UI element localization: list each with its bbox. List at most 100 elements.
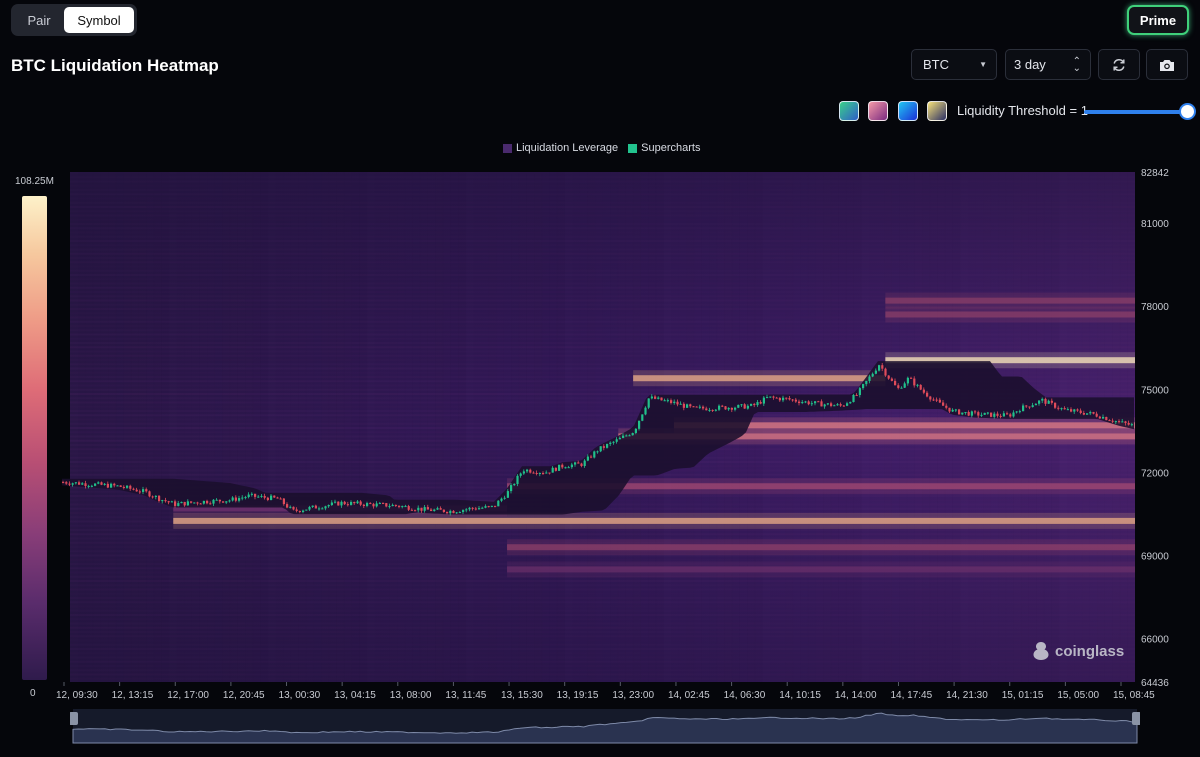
candle-body: [718, 405, 721, 410]
candle-body: [682, 403, 685, 408]
candle-body: [1034, 403, 1037, 406]
candle-body: [609, 442, 612, 444]
candle-body: [519, 473, 522, 476]
prime-button[interactable]: Prime: [1127, 5, 1189, 35]
candle-body: [804, 401, 807, 403]
candle-body: [343, 501, 346, 505]
candle-body: [945, 405, 948, 408]
candle-body: [660, 397, 663, 401]
candle-body: [762, 397, 765, 404]
range-navigator[interactable]: [70, 705, 1140, 745]
refresh-button[interactable]: [1098, 49, 1140, 80]
candle-body: [414, 510, 417, 512]
candle-body: [119, 485, 122, 487]
candle-body: [350, 501, 353, 505]
updown-icon: ⌃ ⌄: [1072, 55, 1081, 74]
candle-body: [686, 404, 689, 408]
candle-body: [254, 493, 257, 497]
x-tick-label: 14, 14:00: [835, 690, 877, 700]
candle-body: [577, 462, 580, 464]
candle-body: [439, 508, 442, 510]
candle-body: [494, 505, 497, 507]
candle-body: [881, 365, 884, 369]
candle-body: [132, 488, 135, 490]
x-tick-label: 13, 15:30: [501, 690, 543, 700]
candle-body: [202, 500, 205, 504]
candle-body: [481, 507, 484, 509]
candle-body: [852, 394, 855, 403]
range-select[interactable]: 3 day ⌃ ⌄: [1005, 49, 1091, 80]
palette-blue-button[interactable]: [898, 101, 918, 121]
candle-body: [548, 472, 551, 474]
candle-body: [1073, 409, 1076, 412]
candle-body: [1127, 423, 1130, 425]
candle-body: [356, 501, 359, 504]
legend-item-liquidation-leverage[interactable]: Liquidation Leverage: [503, 142, 618, 154]
candle-body: [794, 399, 797, 402]
candle-body: [935, 399, 938, 401]
candle-body: [436, 508, 439, 510]
heatmap-chart[interactable]: 82842 81000 78000 75000 72000 69000 66000 64436…: [0, 160, 1200, 700]
candle-body: [340, 501, 343, 506]
candle-body: [1086, 413, 1089, 415]
candle-body: [526, 469, 529, 472]
candle-body: [606, 443, 609, 448]
candle-body: [407, 506, 410, 510]
candle-body: [94, 483, 97, 486]
palette-yellow-navy-button[interactable]: [927, 101, 947, 121]
candle-body: [170, 501, 173, 503]
screenshot-button[interactable]: [1146, 49, 1188, 80]
candle-body: [1028, 406, 1031, 408]
candle-body: [695, 406, 698, 408]
threshold-slider-thumb[interactable]: [1179, 103, 1196, 120]
candle-body: [1038, 400, 1041, 404]
legend-item-supercharts[interactable]: Supercharts: [628, 142, 700, 154]
candle-body: [830, 403, 833, 406]
candle-body: [663, 400, 666, 402]
candle-body: [785, 397, 788, 399]
candle-body: [513, 483, 516, 486]
candle-body: [260, 495, 263, 497]
candle-body: [698, 406, 701, 408]
candle-body: [330, 502, 333, 506]
candle-body: [906, 377, 909, 384]
candle-body: [638, 420, 641, 429]
candle-body: [951, 409, 954, 412]
candle-body: [289, 506, 292, 508]
threshold-slider-track[interactable]: [1084, 110, 1188, 114]
candle-body: [103, 483, 106, 485]
candle-body: [996, 413, 999, 416]
candle-body: [442, 509, 445, 513]
candle-body: [516, 475, 519, 484]
candle-body: [740, 404, 743, 406]
candle-body: [849, 402, 852, 404]
candle-body: [689, 404, 692, 407]
candle-body: [1070, 409, 1073, 412]
palette-green-teal-button[interactable]: [839, 101, 859, 121]
candle-body: [270, 495, 273, 501]
candle-body: [433, 509, 436, 512]
candle-body: [990, 412, 993, 417]
tab-pair[interactable]: Pair: [14, 7, 64, 33]
candle-body: [1044, 398, 1047, 404]
tab-symbol[interactable]: Symbol: [64, 7, 134, 33]
candle-body: [983, 412, 986, 415]
navigator-left-handle[interactable]: [70, 712, 78, 725]
candle-body: [865, 380, 868, 385]
refresh-icon: [1113, 58, 1125, 71]
navigator-right-handle[interactable]: [1132, 712, 1140, 725]
coin-select[interactable]: BTC ▼: [911, 49, 997, 80]
x-tick-label: 15, 08:45: [1113, 690, 1155, 700]
candle-body: [404, 506, 407, 508]
candle-body: [897, 385, 900, 388]
candle-body: [1118, 421, 1121, 423]
candle-body: [222, 501, 225, 503]
palette-pink-purple-button[interactable]: [868, 101, 888, 121]
candle-body: [842, 405, 845, 407]
candle-body: [97, 482, 100, 484]
x-tick-label: 15, 01:15: [1002, 690, 1044, 700]
candle-body: [868, 376, 871, 381]
candle-body: [596, 451, 599, 453]
y-tick-label: 64436: [1141, 678, 1169, 689]
candle-body: [942, 402, 945, 406]
